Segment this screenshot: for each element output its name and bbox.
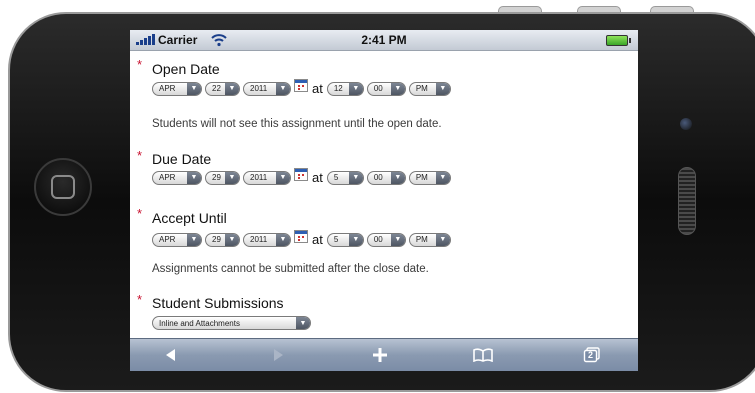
- chevron-down-icon: ▼: [225, 233, 239, 246]
- chevron-down-icon: ▼: [187, 82, 201, 95]
- accept-minute-select[interactable]: 00 ▼: [366, 232, 406, 247]
- open-minute-select[interactable]: 00 ▼: [366, 81, 406, 96]
- battery-icon: [606, 35, 631, 46]
- required-marker: *: [137, 148, 143, 163]
- chevron-down-icon: ▼: [276, 82, 290, 95]
- due-day-select[interactable]: 29 ▼: [205, 170, 240, 185]
- pages-count: 2: [588, 350, 594, 360]
- due-date-row: APR ▼ 29 ▼ 2011 ▼ at 5 ▼ 00 ▼ PM ▼: [152, 168, 454, 185]
- chevron-down-icon: ▼: [276, 171, 290, 184]
- required-marker: *: [137, 292, 143, 307]
- open-date-row: APR ▼ 22 ▼ 2011 ▼ at 12 ▼ 00 ▼ PM ▼: [152, 79, 454, 96]
- chevron-down-icon: ▼: [187, 233, 201, 246]
- book-icon[interactable]: [471, 345, 495, 365]
- chevron-down-icon: ▼: [435, 171, 450, 184]
- calendar-icon[interactable]: [294, 79, 308, 92]
- due-ampm-select[interactable]: PM ▼: [408, 170, 451, 185]
- due-month-select[interactable]: APR ▼: [152, 170, 202, 185]
- camera-icon: [680, 118, 692, 130]
- accept-ampm-select[interactable]: PM ▼: [408, 232, 451, 247]
- open-date-label: Open Date: [152, 61, 220, 77]
- accept-month-select[interactable]: APR ▼: [152, 232, 202, 247]
- chevron-down-icon: ▼: [390, 233, 405, 246]
- chevron-down-icon: ▼: [390, 82, 405, 95]
- clock: 2:41 PM: [361, 33, 407, 47]
- status-bar: Carrier 2:41 PM: [130, 30, 638, 51]
- at-label: at: [312, 81, 323, 96]
- at-label: at: [312, 170, 323, 185]
- chevron-down-icon: ▼: [435, 233, 450, 246]
- required-marker: *: [137, 206, 143, 221]
- open-ampm-select[interactable]: PM ▼: [408, 81, 451, 96]
- student-submissions-label: Student Submissions: [152, 295, 284, 311]
- calendar-icon[interactable]: [294, 230, 308, 243]
- accept-day-select[interactable]: 29 ▼: [205, 232, 240, 247]
- due-year-select[interactable]: 2011 ▼: [243, 170, 291, 185]
- open-year-select[interactable]: 2011 ▼: [243, 81, 291, 96]
- calendar-icon[interactable]: [294, 168, 308, 181]
- accept-year-select[interactable]: 2011 ▼: [243, 232, 291, 247]
- chevron-down-icon: ▼: [348, 82, 363, 95]
- forward-arrow-icon[interactable]: [267, 345, 291, 365]
- due-date-label: Due Date: [152, 151, 212, 167]
- chevron-down-icon: ▼: [348, 233, 363, 246]
- pages-icon[interactable]: 2: [580, 345, 604, 365]
- open-day-select[interactable]: 22 ▼: [205, 81, 240, 96]
- student-submissions-select[interactable]: Inline and Attachments ▼: [152, 316, 311, 330]
- due-hour-select[interactable]: 5 ▼: [326, 170, 364, 185]
- speaker-grille: [678, 167, 696, 235]
- chevron-down-icon: ▼: [348, 171, 363, 184]
- accept-hour-select[interactable]: 5 ▼: [326, 232, 364, 247]
- chevron-down-icon: ▼: [225, 82, 239, 95]
- plus-icon[interactable]: [368, 345, 392, 365]
- chevron-down-icon: ▼: [225, 171, 239, 184]
- chevron-down-icon: ▼: [435, 82, 450, 95]
- back-arrow-icon[interactable]: [158, 345, 182, 365]
- open-date-note: Students will not see this assignment un…: [152, 118, 442, 130]
- safari-toolbar: 2: [130, 338, 638, 371]
- student-submissions-row: Inline and Attachments ▼: [152, 316, 314, 330]
- open-hour-select[interactable]: 12 ▼: [326, 81, 364, 96]
- chevron-down-icon: ▼: [296, 317, 310, 329]
- open-month-select[interactable]: APR ▼: [152, 81, 202, 96]
- accept-until-label: Accept Until: [152, 210, 227, 226]
- at-label: at: [312, 232, 323, 247]
- screen: Carrier 2:41 PM * Open Date APR ▼ 22 ▼ 201…: [130, 30, 638, 371]
- assignment-form: * Open Date APR ▼ 22 ▼ 2011 ▼ at 12 ▼ 00 ▼ PM…: [130, 51, 638, 338]
- due-minute-select[interactable]: 00 ▼: [366, 170, 406, 185]
- chevron-down-icon: ▼: [276, 233, 290, 246]
- chevron-down-icon: ▼: [187, 171, 201, 184]
- home-button[interactable]: [34, 158, 92, 216]
- accept-until-note: Assignments cannot be submitted after th…: [152, 263, 429, 275]
- required-marker: *: [137, 57, 143, 72]
- chevron-down-icon: ▼: [390, 171, 405, 184]
- accept-until-row: APR ▼ 29 ▼ 2011 ▼ at 5 ▼ 00 ▼ PM ▼: [152, 230, 454, 247]
